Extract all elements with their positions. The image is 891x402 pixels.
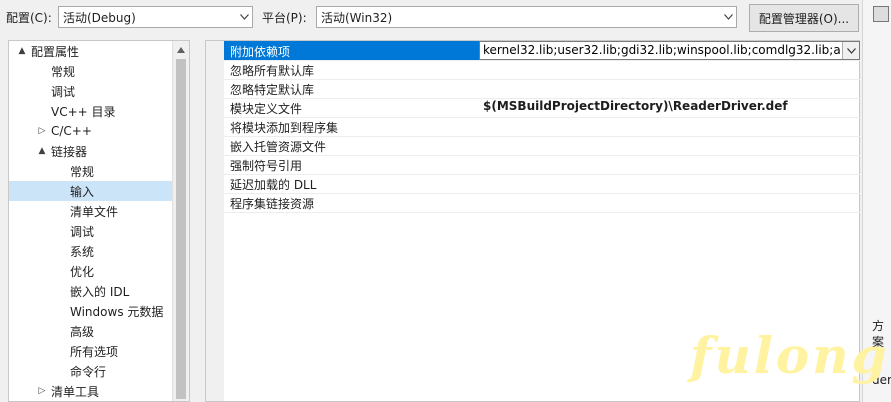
property-row[interactable]: 强制符号引用 — [224, 155, 860, 175]
tree-item-label: 系统 — [70, 244, 95, 259]
tree-item-label: 常规 — [51, 64, 76, 79]
tree-item[interactable]: 常规 — [9, 61, 173, 81]
property-name: 将模块添加到程序集 — [230, 121, 339, 135]
property-value-editor[interactable]: kernel32.lib;user32.lib;gdi32.lib;winspo… — [479, 41, 860, 60]
expanded-arrow-icon[interactable]: ▲ — [37, 146, 47, 156]
tree-item-label: 输入 — [70, 184, 95, 199]
tree-item[interactable]: 清单文件 — [9, 201, 173, 221]
property-row[interactable]: 程序集链接资源 — [224, 193, 860, 213]
tree-item-label: 优化 — [70, 264, 95, 279]
tree-item[interactable]: 嵌入的 IDL — [9, 281, 173, 301]
platform-select[interactable]: 活动(Win32) — [316, 6, 737, 28]
grid-gutter — [206, 41, 224, 401]
config-label: 配置(C): — [6, 11, 52, 25]
scroll-thumb[interactable] — [176, 59, 186, 399]
tree-item[interactable]: 所有选项 — [9, 341, 173, 361]
property-value: kernel32.lib;user32.lib;gdi32.lib;winspo… — [483, 43, 841, 57]
property-value[interactable]: $(MSBuildProjectDirectory)\ReaderDriver.… — [483, 99, 861, 113]
chevron-down-icon[interactable] — [720, 7, 736, 27]
collapsed-arrow-icon[interactable]: ▷ — [37, 386, 47, 396]
config-select-value: 活动(Debug) — [63, 10, 136, 25]
property-name: 忽略特定默认库 — [230, 83, 315, 97]
tree-item[interactable]: ▲ 配置属性 — [9, 41, 173, 61]
tree-item-label: C/C++ — [51, 124, 92, 138]
property-name: 程序集链接资源 — [230, 197, 315, 211]
tree-item[interactable]: 常规 — [9, 161, 173, 181]
platform-label: 平台(P): — [262, 11, 307, 25]
chevron-down-icon[interactable] — [236, 7, 252, 27]
property-row[interactable]: 延迟加载的 DLL — [224, 174, 860, 194]
tree-item[interactable]: 命令行 — [9, 361, 173, 381]
tree-item-label: 高级 — [70, 324, 95, 339]
tree-scrollbar[interactable] — [172, 41, 189, 401]
watermark-text: fulong — [690, 326, 890, 385]
tree-item-label: 清单工具 — [51, 384, 100, 399]
tree-item[interactable]: VC++ 目录 — [9, 101, 173, 121]
tree-item[interactable]: 系统 — [9, 241, 173, 261]
property-name: 嵌入托管资源文件 — [230, 140, 327, 154]
tree-item[interactable]: ▲ 链接器 — [9, 141, 173, 161]
tree-item[interactable]: ▷ C/C++ — [9, 121, 173, 141]
property-name: 强制符号引用 — [230, 159, 303, 173]
property-name: 忽略所有默认库 — [230, 64, 315, 78]
tree-item[interactable]: Windows 元数据 — [9, 301, 173, 321]
tree-item-label: VC++ 目录 — [51, 104, 116, 119]
config-select[interactable]: 活动(Debug) — [58, 6, 253, 28]
expanded-arrow-icon[interactable]: ▲ — [17, 46, 27, 56]
config-manager-button[interactable]: 配置管理器(O)... — [749, 4, 859, 32]
tree-item-label: 所有选项 — [70, 344, 119, 359]
tree-item[interactable]: 输入 — [9, 181, 173, 201]
property-name: 延迟加载的 DLL — [230, 178, 317, 192]
tree-item-label: 常规 — [70, 164, 95, 179]
chevron-down-icon[interactable] — [842, 42, 859, 59]
tree-item-label: 嵌入的 IDL — [70, 284, 130, 299]
scroll-up-icon[interactable] — [177, 47, 185, 53]
tree-item[interactable]: 调试 — [9, 81, 173, 101]
tree-item-label: 配置属性 — [31, 44, 80, 59]
tree-item[interactable]: 优化 — [9, 261, 173, 281]
platform-select-value: 活动(Win32) — [321, 10, 393, 25]
tree-item[interactable]: 高级 — [9, 321, 173, 341]
tree-item-label: 调试 — [51, 84, 76, 99]
tree-item[interactable]: 调试 — [9, 221, 173, 241]
tree-item-label: 链接器 — [51, 144, 88, 159]
property-name: 附加依赖项 — [230, 45, 291, 59]
property-row[interactable]: 嵌入托管资源文件 — [224, 136, 860, 156]
property-tree: ▲ 配置属性 常规 调试 VC++ 目录 ▷ C/C++ ▲ 链接器 常规 输入 清单文件 调试 系统 优化… — [8, 40, 190, 402]
property-row[interactable]: 忽略所有默认库 — [224, 60, 860, 80]
config-manager-button-label: 配置管理器(O)... — [758, 11, 850, 26]
tree-item-label: Windows 元数据 — [70, 304, 164, 319]
tree-item-label: 调试 — [70, 224, 95, 239]
property-name: 模块定义文件 — [230, 102, 303, 116]
property-row[interactable]: 忽略特定默认库 — [224, 79, 860, 99]
property-row[interactable]: 附加依赖项 kernel32.lib;user32.lib;gdi32.lib;w… — [224, 41, 860, 61]
property-row[interactable]: 模块定义文件 $(MSBuildProjectDirectory)\ReaderD… — [224, 98, 860, 118]
tree-item[interactable]: ▷ 清单工具 — [9, 381, 173, 401]
property-row[interactable]: 将模块添加到程序集 — [224, 117, 860, 137]
tree-item-label: 清单文件 — [70, 204, 119, 219]
collapsed-arrow-icon[interactable]: ▷ — [37, 126, 47, 136]
tree-item-label: 命令行 — [70, 364, 107, 379]
tool-icon — [873, 6, 889, 22]
